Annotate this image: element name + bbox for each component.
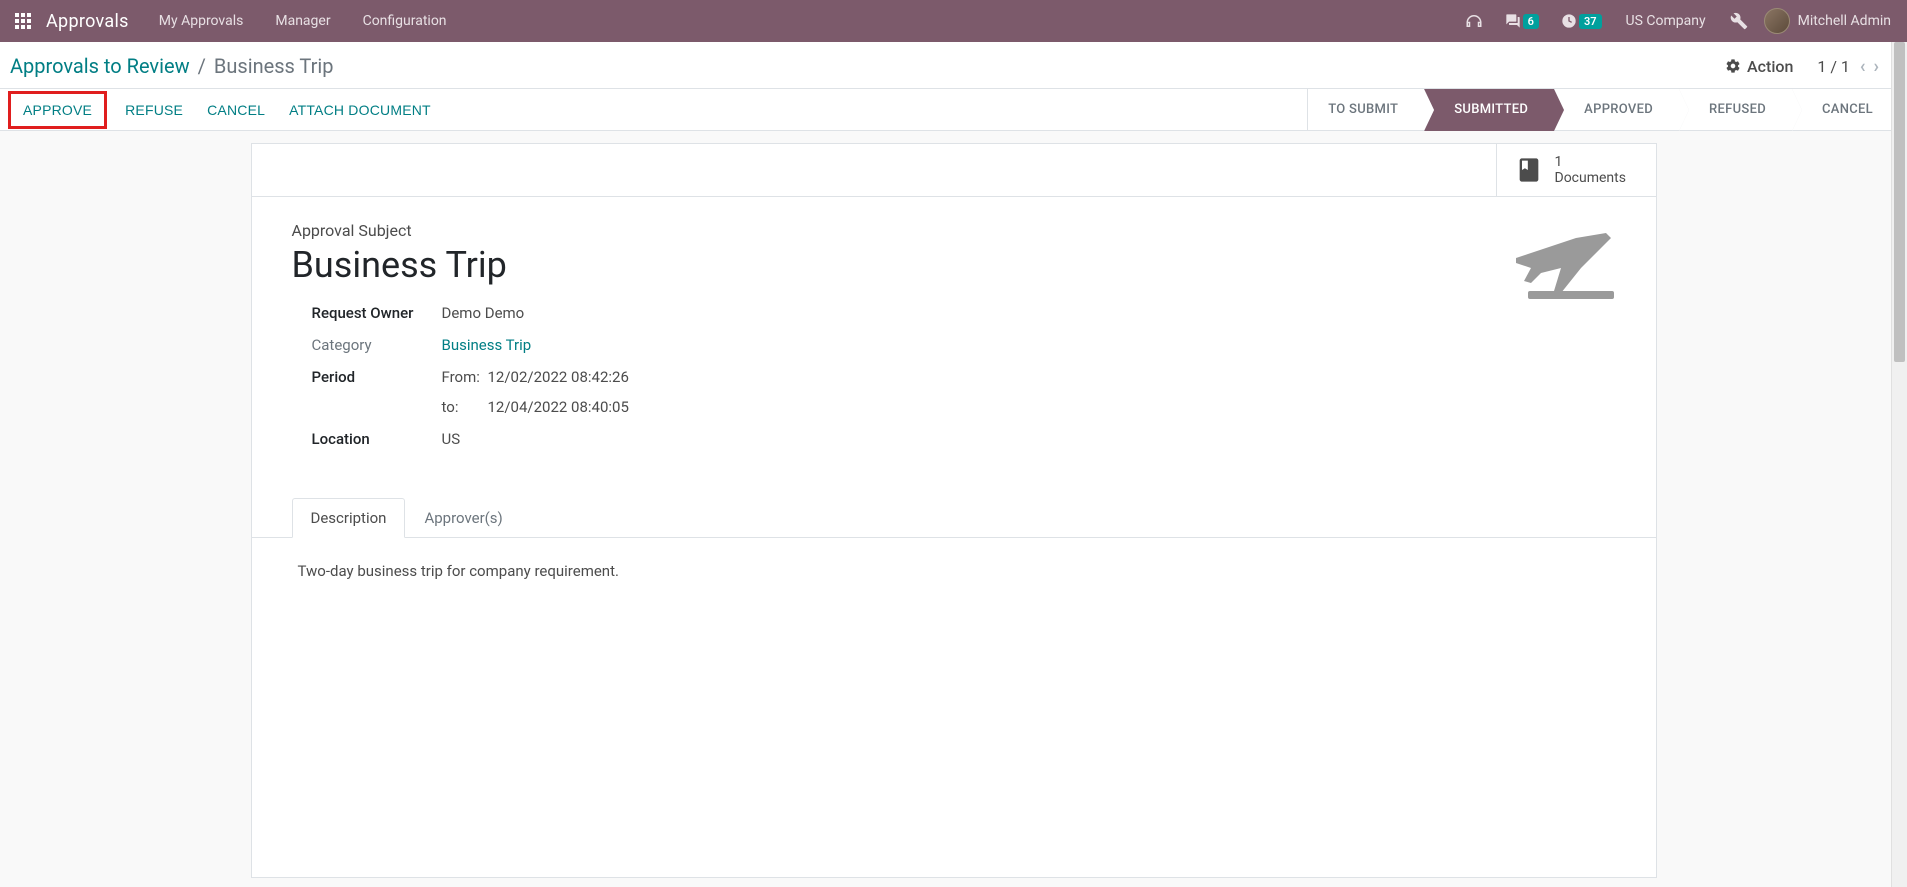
status-cancel[interactable]: CANCEL [1792, 89, 1899, 131]
subject-value: Business Trip [292, 244, 1616, 286]
pager: 1 / 1 ‹ › [1817, 56, 1879, 77]
breadcrumb-separator: / [198, 54, 206, 78]
control-panel: Approvals to Review / Business Trip Acti… [0, 42, 1907, 89]
company-selector[interactable]: US Company [1618, 13, 1714, 29]
documents-count: 1 [1555, 154, 1626, 170]
highlight-box: APPROVE [8, 91, 107, 129]
top-navbar: Approvals My Approvals Manager Configura… [0, 0, 1907, 42]
status-to-submit[interactable]: TO SUBMIT [1308, 89, 1424, 131]
scrollbar-thumb[interactable] [1894, 42, 1905, 362]
owner-label: Request Owner [312, 304, 442, 322]
action-label: Action [1747, 57, 1793, 76]
sheet-body: Approval Subject Business Trip Request O… [252, 197, 1656, 486]
documents-stat-button[interactable]: 1 Documents [1496, 144, 1656, 196]
location-label: Location [312, 430, 442, 448]
pager-text: 1 / 1 [1817, 57, 1850, 76]
location-row: Location US [292, 430, 1616, 448]
refuse-button[interactable]: REFUSE [113, 94, 195, 126]
app-title[interactable]: Approvals [42, 11, 141, 32]
breadcrumb-parent[interactable]: Approvals to Review [10, 54, 190, 78]
discuss-badge: 6 [1523, 14, 1539, 29]
headset-icon[interactable] [1459, 0, 1489, 42]
description-content: Two-day business trip for company requir… [252, 538, 1656, 604]
period-from-value: 12/02/2022 08:42:26 [488, 368, 629, 386]
status-approved[interactable]: APPROVED [1554, 89, 1679, 131]
form-sheet: 1 Documents Approval Subject Business Tr… [251, 143, 1657, 878]
book-icon [1515, 156, 1543, 184]
status-refused[interactable]: REFUSED [1679, 89, 1792, 131]
apps-grid-icon[interactable] [8, 6, 38, 36]
category-row: Category Business Trip [292, 336, 1616, 354]
owner-row: Request Owner Demo Demo [292, 304, 1616, 322]
discuss-icon[interactable]: 6 [1499, 0, 1545, 42]
user-name-label: Mitchell Admin [1798, 13, 1891, 29]
period-to-prefix: to: [442, 398, 480, 416]
status-submitted[interactable]: SUBMITTED [1424, 89, 1554, 131]
form-container: 1 Documents Approval Subject Business Tr… [0, 131, 1907, 878]
gear-icon [1725, 58, 1741, 74]
pager-prev[interactable]: ‹ [1860, 56, 1866, 77]
period-to-value: 12/04/2022 08:40:05 [488, 398, 629, 416]
tab-approvers[interactable]: Approver(s) [405, 498, 521, 538]
cancel-button[interactable]: CANCEL [195, 94, 277, 126]
debug-icon[interactable] [1724, 0, 1754, 42]
action-bar-left: APPROVE REFUSE CANCEL ATTACH DOCUMENT [8, 91, 443, 129]
tabs: Description Approver(s) [252, 498, 1656, 538]
activities-badge: 37 [1579, 14, 1602, 29]
nav-right: 6 37 US Company Mitchell Admin [1459, 0, 1899, 42]
user-menu[interactable]: Mitchell Admin [1764, 8, 1891, 34]
period-from-prefix: From: [442, 368, 480, 386]
activities-icon[interactable]: 37 [1555, 0, 1608, 42]
category-label: Category [312, 336, 442, 354]
breadcrumb-current: Business Trip [214, 54, 334, 78]
action-bar-right: TO SUBMIT SUBMITTED APPROVED REFUSED CAN… [1307, 89, 1899, 131]
action-dropdown[interactable]: Action [1725, 57, 1793, 76]
location-value: US [442, 430, 461, 448]
airplane-icon [1506, 223, 1616, 307]
approve-button[interactable]: APPROVE [11, 94, 104, 126]
control-right: Action 1 / 1 ‹ › [1725, 56, 1897, 77]
attach-document-button[interactable]: ATTACH DOCUMENT [277, 94, 443, 126]
nav-manager[interactable]: Manager [261, 0, 344, 42]
action-bar: APPROVE REFUSE CANCEL ATTACH DOCUMENT TO… [0, 89, 1907, 131]
pager-next[interactable]: › [1874, 56, 1879, 77]
documents-label: Documents [1555, 170, 1626, 186]
tab-description[interactable]: Description [292, 498, 406, 538]
subject-label: Approval Subject [292, 221, 1616, 240]
user-avatar [1764, 8, 1790, 34]
period-label: Period [312, 368, 442, 386]
scrollbar[interactable] [1891, 42, 1907, 887]
status-bar: TO SUBMIT SUBMITTED APPROVED REFUSED CAN… [1307, 89, 1899, 131]
nav-configuration[interactable]: Configuration [349, 0, 461, 42]
stat-bar: 1 Documents [252, 144, 1656, 197]
owner-value: Demo Demo [442, 304, 525, 322]
nav-my-approvals[interactable]: My Approvals [145, 0, 258, 42]
period-row: Period From: 12/02/2022 08:42:26 to: 12/… [292, 368, 1616, 416]
nav-left: Approvals My Approvals Manager Configura… [8, 0, 461, 42]
breadcrumb: Approvals to Review / Business Trip [10, 54, 334, 78]
category-value[interactable]: Business Trip [442, 336, 532, 354]
